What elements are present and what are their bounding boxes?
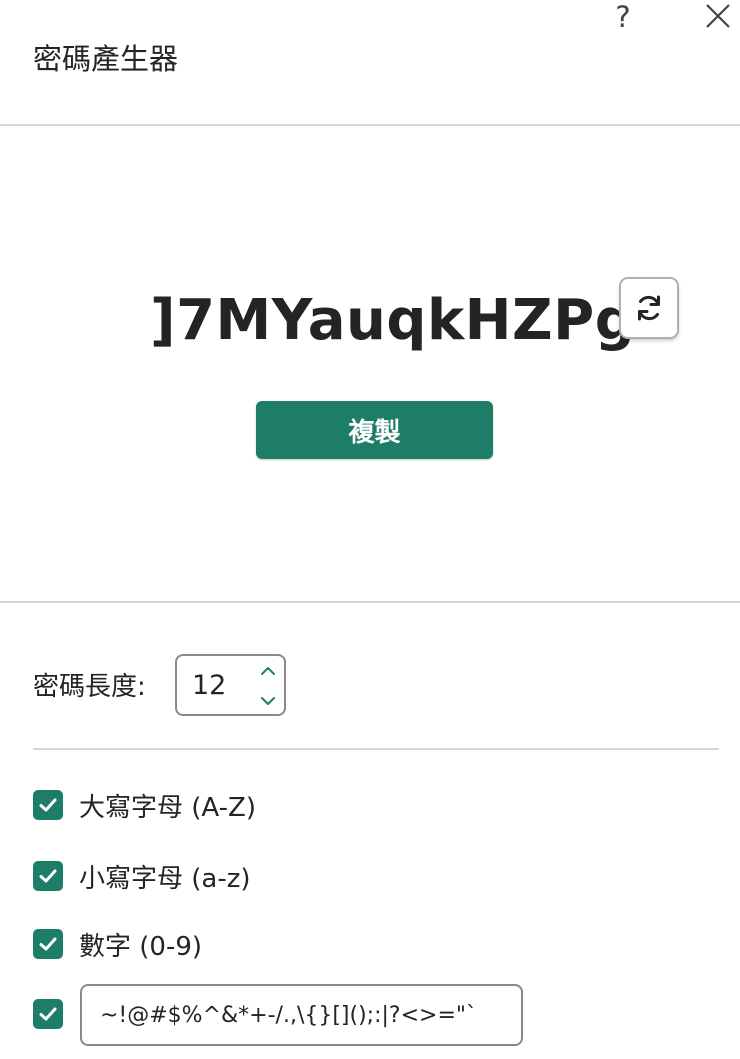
help-button[interactable]: ? bbox=[606, 0, 640, 34]
header-divider bbox=[0, 124, 740, 126]
lowercase-label: 小寫字母 (a-z) bbox=[79, 863, 251, 894]
digits-checkbox[interactable] bbox=[33, 929, 63, 959]
checkmark-icon bbox=[39, 937, 57, 951]
option-digits[interactable]: 數字 (0-9) bbox=[33, 927, 203, 962]
copy-button[interactable]: 複製 bbox=[256, 401, 493, 459]
options-divider bbox=[33, 748, 719, 750]
uppercase-checkbox[interactable] bbox=[33, 790, 63, 820]
checkmark-icon bbox=[39, 798, 57, 812]
length-value: 12 bbox=[192, 670, 227, 701]
option-lowercase[interactable]: 小寫字母 (a-z) bbox=[33, 859, 251, 894]
digits-label: 數字 (0-9) bbox=[79, 931, 203, 962]
password-display: ]7MYauqkHZPg bbox=[150, 280, 635, 360]
checkmark-icon bbox=[39, 1007, 57, 1021]
uppercase-label: 大寫字母 (A-Z) bbox=[79, 792, 256, 823]
chevron-down-icon[interactable] bbox=[259, 694, 277, 708]
checkmark-icon bbox=[39, 869, 57, 883]
regenerate-button[interactable] bbox=[619, 277, 679, 339]
symbols-input[interactable] bbox=[80, 984, 523, 1046]
length-label: 密碼長度: bbox=[33, 672, 146, 702]
chevron-up-icon[interactable] bbox=[259, 664, 277, 678]
section-divider bbox=[0, 601, 740, 603]
refresh-icon bbox=[638, 295, 660, 321]
option-uppercase[interactable]: 大寫字母 (A-Z) bbox=[33, 788, 256, 823]
close-button[interactable] bbox=[700, 0, 736, 36]
option-symbols[interactable] bbox=[33, 997, 63, 1031]
symbols-checkbox[interactable] bbox=[33, 999, 63, 1029]
dialog-title: 密碼產生器 bbox=[33, 42, 179, 76]
length-stepper[interactable]: 12 bbox=[175, 654, 286, 716]
lowercase-checkbox[interactable] bbox=[33, 861, 63, 891]
generated-password: ]7MYauqkHZPg bbox=[150, 287, 636, 353]
close-icon bbox=[706, 4, 730, 28]
